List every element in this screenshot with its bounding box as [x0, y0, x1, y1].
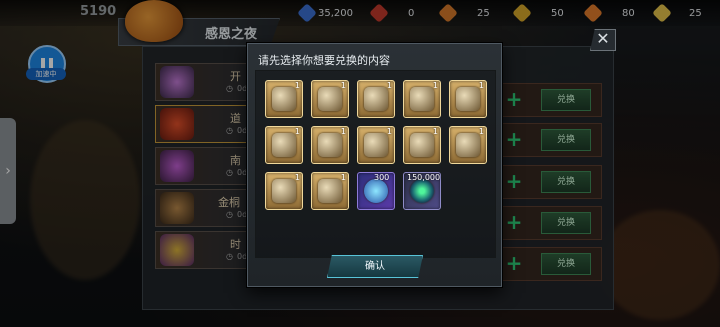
reward-item[interactable]: 1 [403, 80, 441, 118]
reward-item[interactable]: 1 [449, 126, 487, 164]
item-crate-icon [456, 87, 480, 111]
reward-item-orb[interactable]: 150,000 [403, 172, 441, 210]
energy-orb-icon [410, 179, 434, 203]
item-count: 1 [340, 173, 346, 182]
item-crate-icon [318, 179, 342, 203]
item-count: 1 [386, 127, 392, 136]
dna-icon [364, 179, 388, 203]
reward-item[interactable]: 1 [311, 172, 349, 210]
reward-item[interactable]: 1 [357, 126, 395, 164]
item-count: 1 [386, 81, 392, 90]
item-count: 1 [340, 127, 346, 136]
item-crate-icon [456, 133, 480, 157]
item-crate-icon [272, 133, 296, 157]
item-count: 1 [294, 127, 300, 136]
reward-item[interactable]: 1 [403, 126, 441, 164]
item-crate-icon [410, 87, 434, 111]
item-count: 1 [294, 173, 300, 182]
reward-item[interactable]: 1 [357, 80, 395, 118]
item-count: 150,000 [407, 173, 441, 182]
item-count: 1 [478, 81, 484, 90]
reward-item[interactable]: 1 [449, 80, 487, 118]
item-count: 1 [478, 127, 484, 136]
close-icon: ✕ [596, 29, 610, 48]
item-crate-icon [410, 133, 434, 157]
item-crate-icon [272, 87, 296, 111]
reward-item[interactable]: 1 [265, 172, 303, 210]
reward-item-dna[interactable]: 300 [357, 172, 395, 210]
item-count: 1 [432, 127, 438, 136]
item-count: 1 [432, 81, 438, 90]
reward-item[interactable]: 1 [265, 126, 303, 164]
item-count: 300 [374, 173, 390, 182]
item-count: 1 [294, 81, 300, 90]
reward-grid: 1 1 1 1 1 1 1 1 1 1 1 1 300 150,000 [255, 70, 496, 258]
exchange-select-dialog: 请先选择你想要兑换的内容 1 1 1 1 1 1 1 1 1 1 1 1 300… [247, 43, 502, 287]
item-crate-icon [318, 87, 342, 111]
item-crate-icon [318, 133, 342, 157]
reward-item[interactable]: 1 [311, 126, 349, 164]
reward-item[interactable]: 1 [265, 80, 303, 118]
item-crate-icon [364, 87, 388, 111]
item-crate-icon [364, 133, 388, 157]
reward-item[interactable]: 1 [311, 80, 349, 118]
item-crate-icon [272, 179, 296, 203]
confirm-button[interactable]: 确认 [327, 255, 423, 278]
item-count: 1 [340, 81, 346, 90]
dialog-title: 请先选择你想要兑换的内容 [258, 54, 390, 67]
